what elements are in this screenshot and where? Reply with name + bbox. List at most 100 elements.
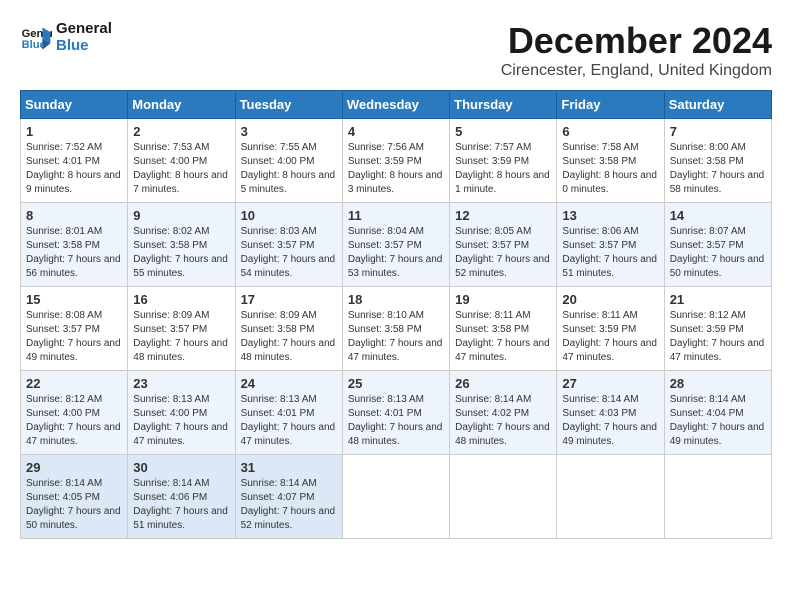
daylight-hours: Daylight: 8 hours and 5 minutes. [241,170,336,195]
calendar-cell: 25 Sunrise: 8:13 AM Sunset: 4:01 PM Dayl… [342,371,449,455]
day-info: Sunrise: 8:08 AM Sunset: 3:57 PM Dayligh… [26,309,122,365]
day-info: Sunrise: 8:04 AM Sunset: 3:57 PM Dayligh… [348,225,444,281]
day-number: 12 [455,208,551,223]
sunrise-time: Sunrise: 8:13 AM [241,394,317,405]
sunrise-time: Sunrise: 8:06 AM [562,226,638,237]
location-title: Cirencester, England, United Kingdom [501,62,772,80]
calendar-cell: 27 Sunrise: 8:14 AM Sunset: 4:03 PM Dayl… [557,371,664,455]
calendar-row: 29 Sunrise: 8:14 AM Sunset: 4:05 PM Dayl… [21,455,772,539]
sunrise-time: Sunrise: 7:57 AM [455,142,531,153]
day-number: 28 [670,376,766,391]
day-info: Sunrise: 7:56 AM Sunset: 3:59 PM Dayligh… [348,141,444,197]
day-info: Sunrise: 8:13 AM Sunset: 4:01 PM Dayligh… [348,393,444,449]
sunrise-time: Sunrise: 8:08 AM [26,310,102,321]
calendar-cell: 14 Sunrise: 8:07 AM Sunset: 3:57 PM Dayl… [664,203,771,287]
calendar-row: 22 Sunrise: 8:12 AM Sunset: 4:00 PM Dayl… [21,371,772,455]
sunrise-time: Sunrise: 7:53 AM [133,142,209,153]
sunset-time: Sunset: 4:01 PM [348,408,422,419]
day-info: Sunrise: 8:14 AM Sunset: 4:05 PM Dayligh… [26,477,122,533]
day-number: 29 [26,460,122,475]
sunset-time: Sunset: 3:58 PM [133,240,207,251]
daylight-hours: Daylight: 7 hours and 47 minutes. [348,338,443,363]
weekday-header-row: Sunday Monday Tuesday Wednesday Thursday… [21,91,772,119]
day-info: Sunrise: 8:11 AM Sunset: 3:59 PM Dayligh… [562,309,658,365]
day-number: 8 [26,208,122,223]
day-info: Sunrise: 8:05 AM Sunset: 3:57 PM Dayligh… [455,225,551,281]
daylight-hours: Daylight: 7 hours and 49 minutes. [562,422,657,447]
header-friday: Friday [557,91,664,119]
daylight-hours: Daylight: 7 hours and 55 minutes. [133,254,228,279]
sunset-time: Sunset: 3:57 PM [455,240,529,251]
day-number: 10 [241,208,337,223]
day-number: 21 [670,292,766,307]
daylight-hours: Daylight: 7 hours and 51 minutes. [133,506,228,531]
sunrise-time: Sunrise: 8:12 AM [670,310,746,321]
sunrise-time: Sunrise: 8:11 AM [455,310,530,321]
sunset-time: Sunset: 3:57 PM [670,240,744,251]
sunset-time: Sunset: 3:57 PM [241,240,315,251]
day-number: 2 [133,124,229,139]
day-info: Sunrise: 8:01 AM Sunset: 3:58 PM Dayligh… [26,225,122,281]
day-number: 20 [562,292,658,307]
sunrise-time: Sunrise: 7:58 AM [562,142,638,153]
sunrise-time: Sunrise: 8:01 AM [26,226,102,237]
calendar-cell: 15 Sunrise: 8:08 AM Sunset: 3:57 PM Dayl… [21,287,128,371]
calendar-row: 8 Sunrise: 8:01 AM Sunset: 3:58 PM Dayli… [21,203,772,287]
calendar-cell: 22 Sunrise: 8:12 AM Sunset: 4:00 PM Dayl… [21,371,128,455]
sunset-time: Sunset: 3:58 PM [26,240,100,251]
header-wednesday: Wednesday [342,91,449,119]
daylight-hours: Daylight: 7 hours and 47 minutes. [241,422,336,447]
calendar-table: Sunday Monday Tuesday Wednesday Thursday… [20,90,772,539]
sunrise-time: Sunrise: 8:09 AM [241,310,317,321]
calendar-cell: 3 Sunrise: 7:55 AM Sunset: 4:00 PM Dayli… [235,119,342,203]
month-title: December 2024 [501,20,772,62]
daylight-hours: Daylight: 7 hours and 47 minutes. [455,338,550,363]
day-number: 4 [348,124,444,139]
day-number: 18 [348,292,444,307]
sunset-time: Sunset: 3:59 PM [562,324,636,335]
calendar-cell: 8 Sunrise: 8:01 AM Sunset: 3:58 PM Dayli… [21,203,128,287]
logo: General Blue GeneralBlue [20,20,112,54]
daylight-hours: Daylight: 7 hours and 51 minutes. [562,254,657,279]
daylight-hours: Daylight: 7 hours and 47 minutes. [26,422,121,447]
sunset-time: Sunset: 4:01 PM [241,408,315,419]
daylight-hours: Daylight: 8 hours and 7 minutes. [133,170,228,195]
daylight-hours: Daylight: 7 hours and 48 minutes. [133,338,228,363]
sunrise-time: Sunrise: 8:00 AM [670,142,746,153]
sunset-time: Sunset: 3:57 PM [348,240,422,251]
day-info: Sunrise: 8:02 AM Sunset: 3:58 PM Dayligh… [133,225,229,281]
sunset-time: Sunset: 4:00 PM [133,156,207,167]
sunrise-time: Sunrise: 8:13 AM [133,394,209,405]
day-number: 27 [562,376,658,391]
logo-general: GeneralBlue [56,20,112,54]
day-info: Sunrise: 7:53 AM Sunset: 4:00 PM Dayligh… [133,141,229,197]
sunrise-time: Sunrise: 8:07 AM [670,226,746,237]
daylight-hours: Daylight: 7 hours and 49 minutes. [26,338,121,363]
day-info: Sunrise: 8:14 AM Sunset: 4:06 PM Dayligh… [133,477,229,533]
calendar-cell: 18 Sunrise: 8:10 AM Sunset: 3:58 PM Dayl… [342,287,449,371]
sunset-time: Sunset: 3:58 PM [455,324,529,335]
day-info: Sunrise: 7:58 AM Sunset: 3:58 PM Dayligh… [562,141,658,197]
sunset-time: Sunset: 4:04 PM [670,408,744,419]
sunrise-time: Sunrise: 8:02 AM [133,226,209,237]
calendar-cell: 24 Sunrise: 8:13 AM Sunset: 4:01 PM Dayl… [235,371,342,455]
title-area: December 2024 Cirencester, England, Unit… [501,20,772,80]
daylight-hours: Daylight: 7 hours and 52 minutes. [455,254,550,279]
day-info: Sunrise: 8:00 AM Sunset: 3:58 PM Dayligh… [670,141,766,197]
logo-text: GeneralBlue [56,20,112,54]
sunset-time: Sunset: 3:59 PM [455,156,529,167]
day-info: Sunrise: 8:14 AM Sunset: 4:07 PM Dayligh… [241,477,337,533]
sunset-time: Sunset: 3:58 PM [670,156,744,167]
sunrise-time: Sunrise: 8:14 AM [455,394,531,405]
calendar-cell: 31 Sunrise: 8:14 AM Sunset: 4:07 PM Dayl… [235,455,342,539]
calendar-cell: 16 Sunrise: 8:09 AM Sunset: 3:57 PM Dayl… [128,287,235,371]
sunrise-time: Sunrise: 7:55 AM [241,142,317,153]
daylight-hours: Daylight: 8 hours and 3 minutes. [348,170,443,195]
day-info: Sunrise: 8:12 AM Sunset: 3:59 PM Dayligh… [670,309,766,365]
daylight-hours: Daylight: 8 hours and 0 minutes. [562,170,657,195]
sunset-time: Sunset: 4:02 PM [455,408,529,419]
calendar-cell: 13 Sunrise: 8:06 AM Sunset: 3:57 PM Dayl… [557,203,664,287]
day-info: Sunrise: 8:03 AM Sunset: 3:57 PM Dayligh… [241,225,337,281]
daylight-hours: Daylight: 7 hours and 48 minutes. [241,338,336,363]
daylight-hours: Daylight: 7 hours and 47 minutes. [133,422,228,447]
